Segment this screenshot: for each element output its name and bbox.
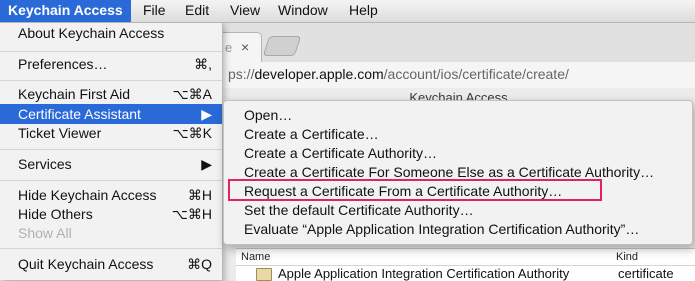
table-header: Name Kind — [236, 249, 695, 266]
menu-item-shortcut: ⌥⌘A — [172, 86, 212, 102]
menu-window[interactable]: Window — [270, 0, 336, 22]
menu-item-shortcut: ⌘, — [194, 56, 212, 72]
submenu-item-label: Evaluate “Apple Application Integration … — [244, 221, 640, 237]
submenu-item-create-ca[interactable]: Create a Certificate Authority… — [224, 143, 692, 163]
menu-item-label: Show All — [18, 225, 72, 241]
submenu-item-label: Set the default Certificate Authority… — [244, 202, 474, 218]
menu-separator — [0, 248, 222, 249]
menu-separator — [0, 180, 222, 181]
menu-item-certificate-assistant[interactable]: Certificate Assistant ▶ — [0, 104, 222, 124]
submenu-item-label: Create a Certificate… — [244, 126, 379, 142]
menu-file[interactable]: File — [135, 0, 174, 22]
menu-item-label: Keychain First Aid — [18, 86, 131, 102]
menu-item-label: Ticket Viewer — [18, 125, 102, 141]
tab-title: e — [225, 40, 233, 55]
menu-item-ticket-viewer[interactable]: Ticket Viewer ⌥⌘K — [0, 123, 222, 143]
menu-item-label: About Keychain Access — [18, 25, 165, 41]
app-menu: About Keychain Access Preferences… ⌘, Ke… — [0, 22, 223, 280]
menu-item-label: Hide Keychain Access — [18, 187, 157, 203]
url-path: /account/ios/certificate/create/ — [383, 66, 569, 82]
submenu-item-create-certificate[interactable]: Create a Certificate… — [224, 124, 692, 144]
menu-item-hide-others[interactable]: Hide Others ⌥⌘H — [0, 204, 222, 224]
menu-item-label: Preferences… — [18, 56, 108, 72]
menu-help[interactable]: Help — [341, 0, 386, 22]
menu-item-shortcut: ⌘H — [187, 187, 212, 203]
menu-item-services[interactable]: Services ▶ — [0, 154, 222, 174]
table-row[interactable]: Apple Application Integration Certificat… — [236, 266, 695, 281]
menu-separator — [0, 51, 222, 52]
menu-item-preferences[interactable]: Preferences… ⌘, — [0, 54, 222, 74]
items-table: Name Kind Apple Application Integration … — [236, 248, 695, 281]
menu-item-keychain-first-aid[interactable]: Keychain First Aid ⌥⌘A — [0, 84, 222, 104]
close-icon[interactable]: × — [241, 39, 249, 55]
menu-keychain-access[interactable]: Keychain Access — [0, 0, 131, 22]
cell-name: Apple Application Integration Certificat… — [278, 266, 570, 281]
chevron-right-icon: ▶ — [201, 106, 212, 122]
menu-separator — [0, 149, 222, 150]
address-bar[interactable]: ps://developer.apple.com/account/ios/cer… — [222, 62, 695, 89]
certificate-assistant-submenu: Open… Create a Certificate… Create a Cer… — [223, 100, 693, 245]
menu-separator — [0, 80, 222, 81]
url-host: developer.apple.com — [254, 66, 384, 82]
menu-item-label: Quit Keychain Access — [18, 256, 154, 272]
submenu-item-open[interactable]: Open… — [224, 105, 692, 125]
menu-view[interactable]: View — [222, 0, 268, 22]
url-prefix: ps:// — [228, 66, 255, 82]
annotation-highlight-box — [228, 179, 602, 201]
menu-item-shortcut: ⌥⌘K — [172, 125, 212, 141]
browser-tab-bar: e × — [222, 22, 695, 63]
menu-item-shortcut: ⌥⌘H — [171, 206, 212, 222]
menu-edit[interactable]: Edit — [177, 0, 217, 22]
cell-kind: certificate — [618, 266, 674, 281]
submenu-item-label: Create a Certificate Authority… — [244, 145, 437, 161]
column-header-name[interactable]: Name — [241, 251, 270, 263]
menu-item-shortcut: ⌘Q — [187, 256, 212, 272]
menu-item-label: Services — [18, 156, 72, 172]
submenu-item-label: Open… — [244, 107, 293, 123]
submenu-item-evaluate[interactable]: Evaluate “Apple Application Integration … — [224, 219, 692, 239]
menu-item-show-all: Show All — [0, 223, 222, 243]
column-header-kind[interactable]: Kind — [616, 251, 638, 263]
url-text: ps://developer.apple.com/account/ios/cer… — [228, 66, 569, 82]
certificate-icon — [256, 268, 272, 281]
menu-item-label: Certificate Assistant — [18, 106, 141, 122]
new-tab-button[interactable] — [262, 36, 302, 56]
menu-item-label: Hide Others — [18, 206, 93, 222]
menu-bar: Keychain Access File Edit View Window He… — [0, 0, 695, 23]
browser-tab[interactable]: e × — [222, 32, 262, 63]
menu-item-hide-keychain-access[interactable]: Hide Keychain Access ⌘H — [0, 185, 222, 205]
submenu-item-set-default-ca[interactable]: Set the default Certificate Authority… — [224, 200, 692, 220]
menu-item-about[interactable]: About Keychain Access — [0, 23, 222, 43]
menu-item-quit[interactable]: Quit Keychain Access ⌘Q — [0, 254, 222, 274]
chevron-right-icon: ▶ — [201, 156, 212, 172]
